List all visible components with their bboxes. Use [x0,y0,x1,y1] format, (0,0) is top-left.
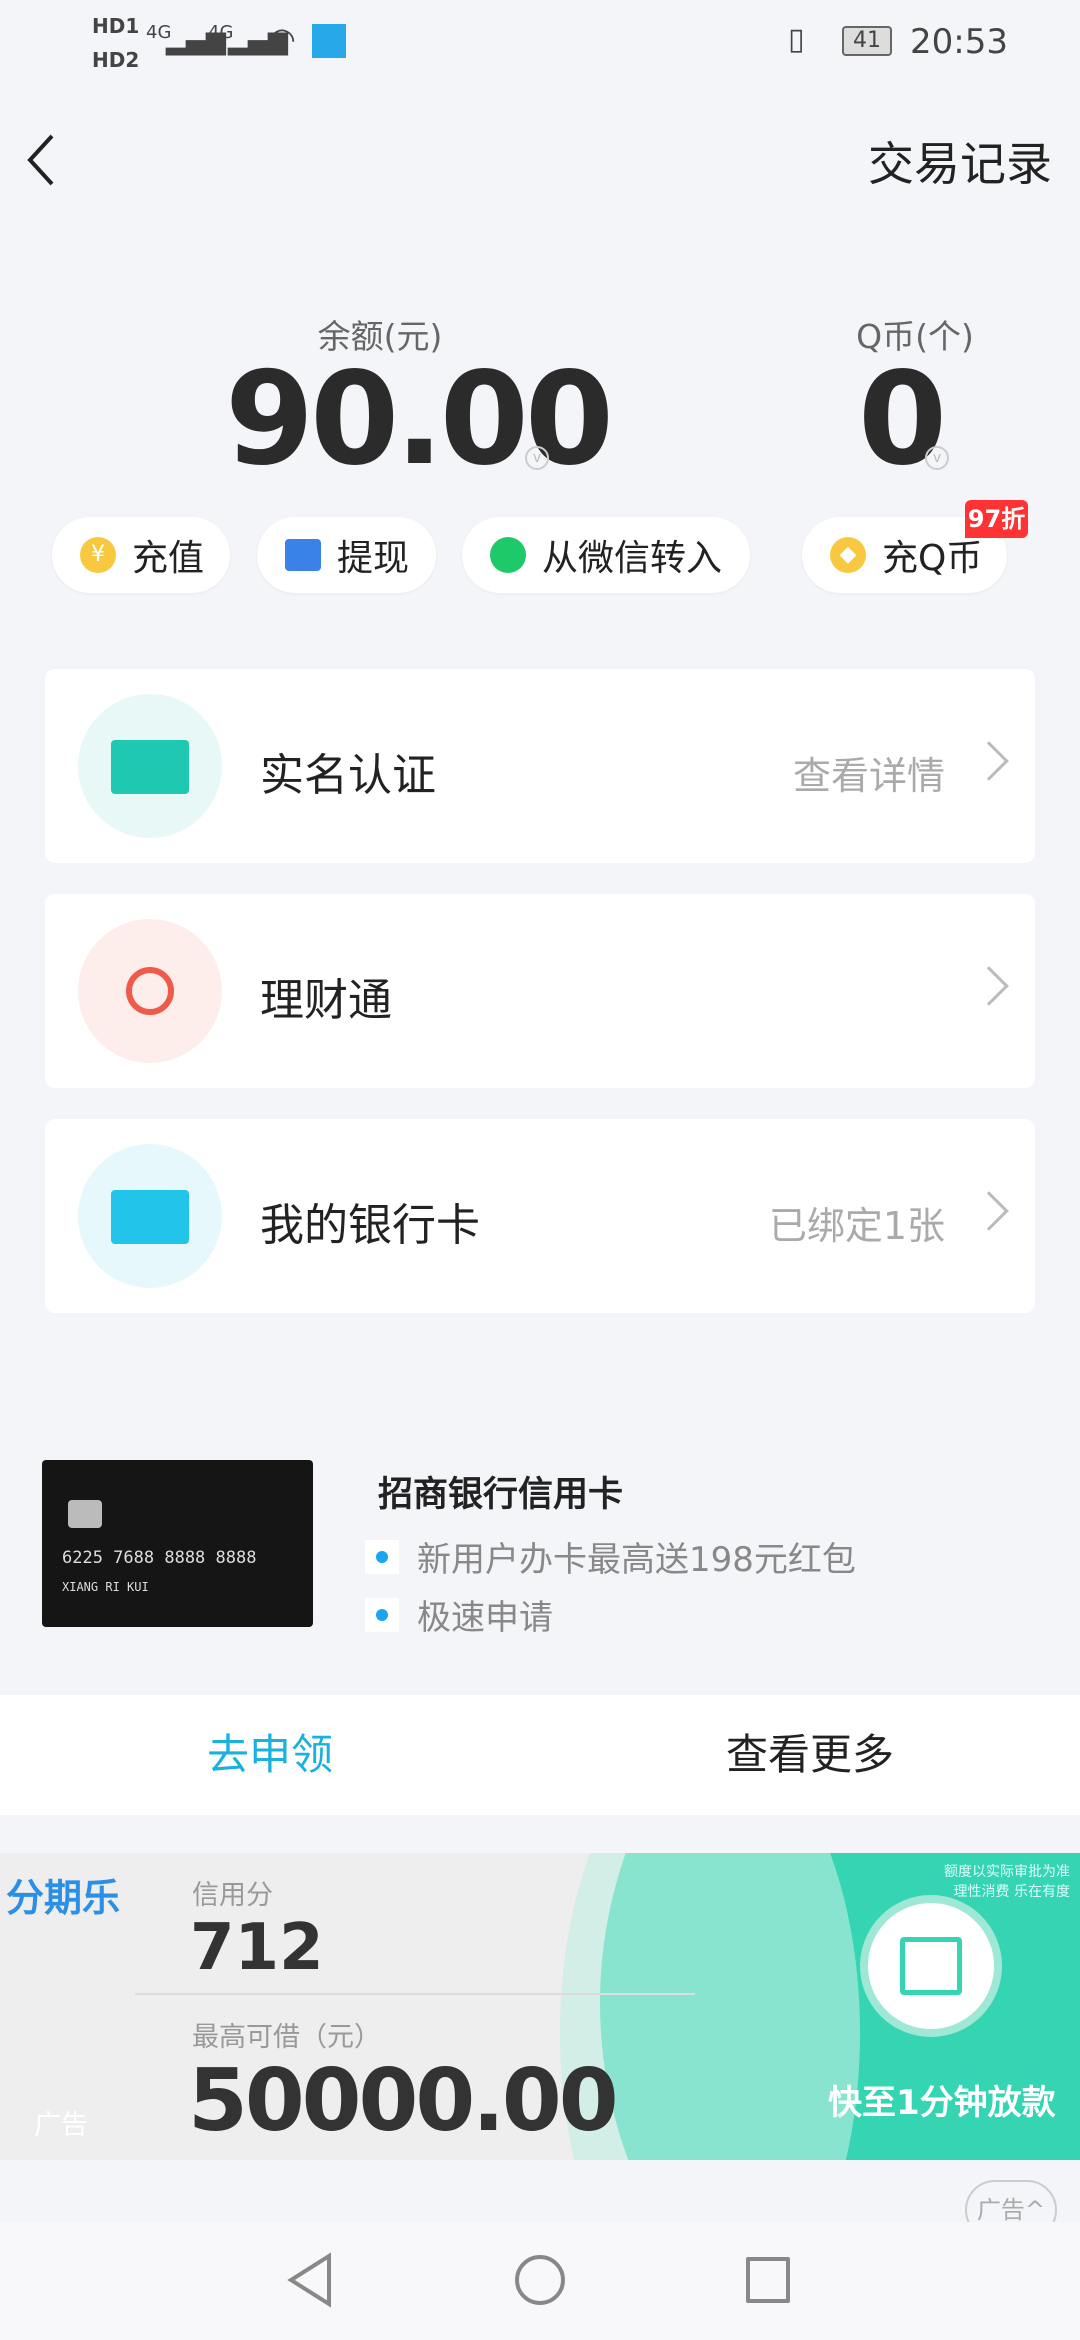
id-card-icon [78,694,222,838]
limit-value: 50000.00 [188,2051,619,2151]
vibrate-icon: ▯ [788,22,805,57]
credit-score: 712 [190,1911,324,1985]
ad-tag: 广告 [34,2110,88,2141]
ad-disclaimer: 额度以实际审批为准 理性消费 乐在有度 [944,1864,1070,1900]
nav-home-icon[interactable] [515,2255,565,2305]
qcoin-value[interactable]: 0 [858,345,947,494]
wechat-icon [490,537,526,573]
menu-detail: 已绑定1张 [768,1204,945,1248]
recharge-button[interactable]: ¥ 充值 [52,517,230,593]
wallet-icon [285,539,321,571]
divider [135,1993,695,1995]
chip-icon [68,1500,102,1528]
withdraw-button[interactable]: 提现 [257,517,436,593]
promo-bullet: 极速申请 [365,1590,553,1639]
see-more-button[interactable]: 查看更多 [540,1695,1080,1815]
promo-actions: 去申领 查看更多 [0,1695,1080,1815]
promo-title: 招商银行信用卡 [378,1475,624,1515]
qcoin-icon: ◆ [830,537,866,573]
wechat-transfer-button[interactable]: 从微信转入 [462,517,750,593]
promo-bullet: 新用户办卡最高送198元红包 [365,1532,856,1581]
nav-recents-icon[interactable] [746,2257,790,2303]
battery-icon: 41 [842,26,892,56]
chevron-right-icon [969,741,1009,781]
ad-slogan: 快至1分钟放款 [828,2083,1056,2123]
navigation-bar [0,2222,1080,2340]
transactions-link[interactable]: 交易记录 [868,128,1052,194]
bank-card-icon [78,1144,222,1288]
withdraw-label: 提现 [337,538,410,579]
sim1-indicator: HD1 [92,14,140,38]
balance-value[interactable]: 90.00 [225,345,614,494]
card-number: 6225 7688 8888 8888 [62,1548,257,1568]
wallet-icon [860,1895,1002,2037]
wifi-icon: ◠ [268,20,296,58]
licaitong-icon [78,919,222,1063]
wechat-transfer-label: 从微信转入 [542,538,723,579]
menu-label: 理财通 [260,975,392,1026]
clock: 20:53 [910,22,1008,62]
chevron-right-icon [969,966,1009,1006]
status-bar: HD1 HD2 4G ▂▄▆ 4G ▂▄▆ ◠ ▯ 41 20:53 [0,0,1080,90]
discount-badge: 97折 [965,500,1028,538]
chevron-down-icon[interactable]: v [525,446,549,470]
sim2-indicator: HD2 [92,48,140,72]
recharge-label: 充值 [132,538,205,579]
ad-brand-logo: 分期乐 [6,1876,121,1920]
back-button[interactable] [22,130,62,190]
card-name: XIANG RI KUI [62,1580,149,1594]
apply-button[interactable]: 去申领 [0,1695,540,1815]
menu-label: 我的银行卡 [260,1200,480,1251]
menu-item-bank-card[interactable]: 我的银行卡 已绑定1张 [45,1119,1035,1313]
chevron-right-icon [969,1191,1009,1231]
app-notification-icon [312,24,346,58]
menu-item-real-name[interactable]: 实名认证 查看详情 [45,669,1035,863]
credit-card-image[interactable]: 6225 7688 8888 8888 XIANG RI KUI [42,1460,313,1627]
menu-detail: 查看详情 [792,754,945,798]
yuan-coin-icon: ¥ [80,537,116,573]
limit-label: 最高可借（元） [192,2022,381,2053]
menu-label: 实名认证 [260,750,436,801]
chevron-down-icon[interactable]: v [925,446,949,470]
credit-score-label: 信用分 [192,1880,273,1911]
chevron-left-icon [27,134,54,186]
ad-banner[interactable]: 分期乐 信用分 712 最高可借（元） 50000.00 广告 额度以实际审批为… [0,1853,1080,2160]
nav-back-icon[interactable] [285,2252,335,2308]
menu-item-licaitong[interactable]: 理财通 [45,894,1035,1088]
